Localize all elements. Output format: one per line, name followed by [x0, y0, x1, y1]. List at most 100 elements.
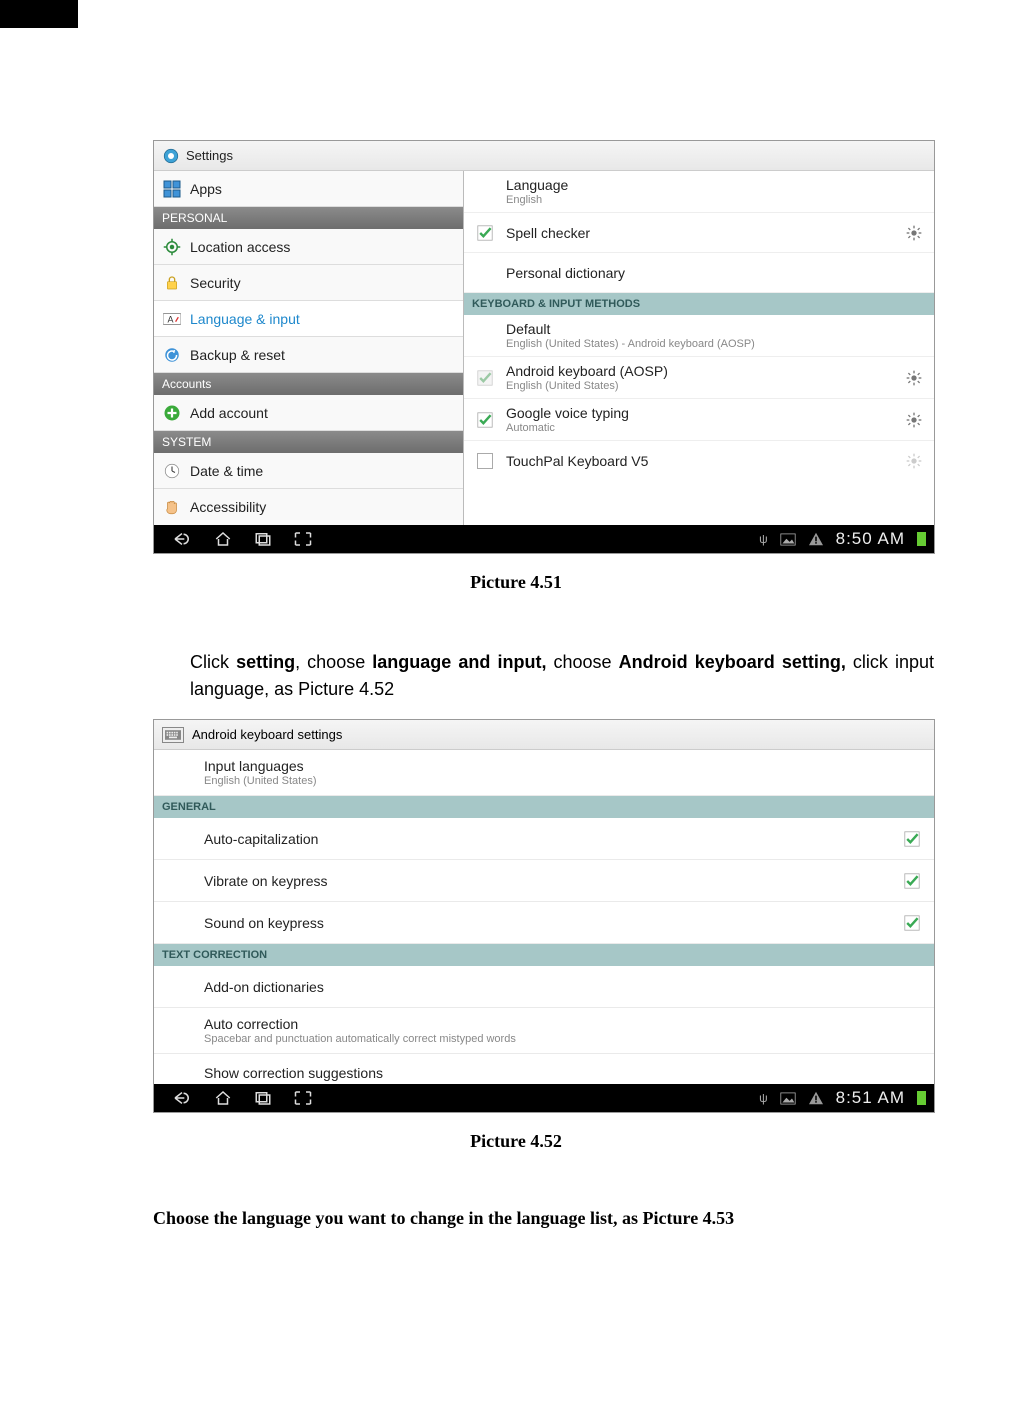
detail-item-android-keyboard[interactable]: Android keyboard (AOSP) English (United … [464, 357, 934, 399]
item-title: Add-on dictionaries [204, 979, 926, 995]
sidebar-item-label: Language & input [190, 311, 300, 327]
settings-icon [162, 147, 180, 165]
checkbox-checked-icon[interactable] [904, 831, 926, 847]
sidebar-item-datetime[interactable]: Date & time [154, 453, 463, 489]
back-icon[interactable] [172, 532, 192, 546]
sidebar-item-language-input[interactable]: A Language & input [154, 301, 463, 337]
sidebar-item-accessibility[interactable]: Accessibility [154, 489, 463, 525]
gear-icon[interactable] [904, 412, 924, 428]
sidebar-item-add-account[interactable]: Add account [154, 395, 463, 431]
warning-icon [808, 532, 824, 546]
kb-header: Android keyboard settings [154, 720, 934, 750]
sidebar-item-label: Accessibility [190, 499, 266, 515]
item-subtitle: English (United States) [204, 775, 926, 787]
figure-caption-1: Picture 4.51 [0, 572, 1032, 593]
language-icon: A [162, 309, 182, 329]
sidebar-item-security[interactable]: Security [154, 265, 463, 301]
item-title: Language [506, 177, 924, 193]
kb-item-auto-capitalization[interactable]: Auto-capitalization [154, 818, 934, 860]
usb-icon: ψ [759, 1091, 768, 1105]
checkbox-checked-icon[interactable] [904, 915, 926, 931]
gear-icon[interactable] [904, 453, 924, 469]
kb-item-input-languages[interactable]: Input languages English (United States) [154, 750, 934, 796]
gear-icon[interactable] [904, 225, 924, 241]
detail-item-language[interactable]: Language English [464, 171, 934, 213]
back-icon[interactable] [172, 1091, 192, 1105]
detail-item-default[interactable]: Default English (United States) - Androi… [464, 315, 934, 357]
warning-icon [808, 1091, 824, 1105]
document-page: Settings Apps PERSONAL Location access [0, 0, 1032, 1269]
item-subtitle: English (United States) - Android keyboa… [506, 338, 924, 350]
home-icon[interactable] [214, 531, 232, 547]
sidebar-item-label: Add account [190, 405, 268, 421]
checkbox-checked-icon[interactable] [474, 412, 496, 428]
kb-item-show-suggestions[interactable]: Show correction suggestions [154, 1054, 934, 1084]
apps-icon [162, 179, 182, 199]
status-time: 8:50 AM [836, 529, 905, 549]
keyboard-icon [162, 727, 184, 743]
sidebar-category-personal: PERSONAL [154, 207, 463, 229]
item-title: Vibrate on keypress [204, 873, 904, 889]
kb-category-text-correction: TEXT CORRECTION [154, 944, 934, 966]
item-title: Personal dictionary [506, 265, 924, 281]
checkbox-empty-icon[interactable] [474, 453, 496, 469]
picture-icon [780, 533, 796, 546]
screenshot-icon[interactable] [294, 531, 312, 547]
item-title: Auto correction [204, 1016, 926, 1032]
status-time: 8:51 AM [836, 1088, 905, 1108]
choose-language-text: Choose the language you want to change i… [153, 1208, 1032, 1229]
sidebar-item-label: Location access [190, 239, 290, 255]
settings-detail-pane: Language English Spell checker Personal [464, 171, 934, 525]
recent-apps-icon[interactable] [254, 1090, 272, 1106]
checkbox-checked-icon[interactable] [904, 873, 926, 889]
item-title: Default [506, 321, 924, 337]
page-corner-black [0, 0, 78, 28]
detail-item-spellchecker[interactable]: Spell checker [464, 213, 934, 253]
kb-item-auto-correction[interactable]: Auto correction Spacebar and punctuation… [154, 1008, 934, 1054]
detail-item-touchpal[interactable]: TouchPal Keyboard V5 [464, 441, 934, 481]
detail-category-keyboard: KEYBOARD & INPUT METHODS [464, 293, 934, 315]
status-bar: ψ 8:50 AM [154, 525, 934, 553]
sidebar-item-location[interactable]: Location access [154, 229, 463, 265]
sidebar-item-label: Backup & reset [190, 347, 285, 363]
usb-icon: ψ [759, 532, 768, 546]
item-title: Android keyboard (AOSP) [506, 363, 904, 379]
backup-icon [162, 345, 182, 365]
screenshot-icon[interactable] [294, 1090, 312, 1106]
item-subtitle: English [506, 194, 924, 206]
gear-icon[interactable] [904, 370, 924, 386]
location-icon [162, 237, 182, 257]
detail-item-google-voice[interactable]: Google voice typing Automatic [464, 399, 934, 441]
sidebar-category-system: SYSTEM [154, 431, 463, 453]
picture-icon [780, 1092, 796, 1105]
clock-icon [162, 461, 182, 481]
item-subtitle: Automatic [506, 422, 904, 434]
app-header: Settings [154, 141, 934, 171]
kb-item-sound[interactable]: Sound on keypress [154, 902, 934, 944]
checkbox-checked-icon[interactable] [474, 225, 496, 241]
kb-item-addon-dictionaries[interactable]: Add-on dictionaries [154, 966, 934, 1008]
checkbox-checked-disabled-icon [474, 370, 496, 386]
sidebar-item-label: Security [190, 275, 241, 291]
home-icon[interactable] [214, 1090, 232, 1106]
item-title: TouchPal Keyboard V5 [506, 453, 904, 469]
kb-category-general: GENERAL [154, 796, 934, 818]
kb-item-vibrate[interactable]: Vibrate on keypress [154, 860, 934, 902]
add-icon [162, 403, 182, 423]
settings-sidebar: Apps PERSONAL Location access Security [154, 171, 464, 525]
item-title: Sound on keypress [204, 915, 904, 931]
item-title: Show correction suggestions [204, 1065, 926, 1081]
svg-text:A: A [168, 314, 174, 324]
screenshot-settings: Settings Apps PERSONAL Location access [153, 140, 935, 554]
detail-item-personal-dictionary[interactable]: Personal dictionary [464, 253, 934, 293]
sidebar-item-apps[interactable]: Apps [154, 171, 463, 207]
sidebar-item-backup-reset[interactable]: Backup & reset [154, 337, 463, 373]
battery-icon [917, 1091, 926, 1105]
recent-apps-icon[interactable] [254, 531, 272, 547]
sidebar-item-label: Date & time [190, 463, 263, 479]
figure-caption-2: Picture 4.52 [0, 1131, 1032, 1152]
item-subtitle: English (United States) [506, 380, 904, 392]
hand-icon [162, 497, 182, 517]
item-subtitle: Spacebar and punctuation automatically c… [204, 1033, 926, 1045]
instruction-paragraph: Click setting, choose language and input… [190, 649, 934, 703]
